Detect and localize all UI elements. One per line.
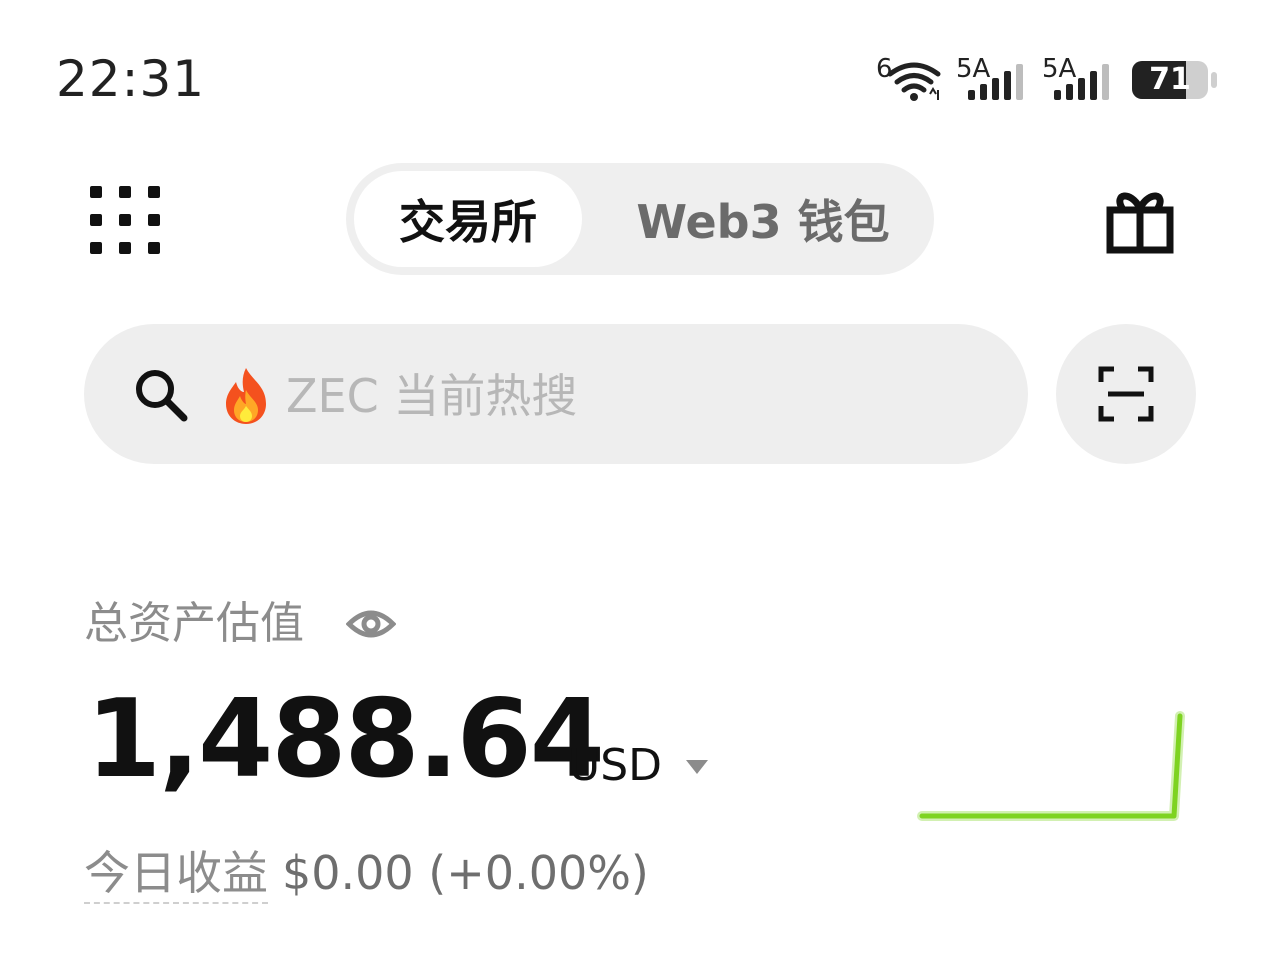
- gift-icon[interactable]: [1100, 184, 1180, 256]
- mode-switch: 交易所 Web3 钱包: [346, 163, 934, 275]
- scan-icon: [1098, 366, 1154, 422]
- search-input[interactable]: ZEC 当前热搜: [84, 324, 1028, 464]
- tab-web3-wallet[interactable]: Web3 钱包: [608, 171, 918, 267]
- cell-signal-icon: [1054, 64, 1109, 100]
- total-balance: 1,488.64: [86, 677, 605, 802]
- cell-signal-icon: [968, 64, 1023, 100]
- wifi-icon: [887, 62, 941, 101]
- today-pnl-value: $0.00 (+0.00%): [282, 846, 649, 900]
- scan-button[interactable]: [1056, 324, 1196, 464]
- fire-icon: [226, 368, 266, 424]
- total-assets-label: 总资产估值: [84, 598, 304, 649]
- status-icons: 6 5A 5A 71: [876, 56, 1220, 106]
- balance-sparkline: [917, 711, 1185, 821]
- eye-icon[interactable]: [346, 604, 396, 644]
- battery-nub: [1211, 72, 1217, 88]
- tab-exchange[interactable]: 交易所: [354, 171, 582, 267]
- caret-down-icon[interactable]: [684, 758, 710, 776]
- battery-percent: 71: [1149, 62, 1191, 97]
- search-icon: [136, 370, 188, 422]
- status-time: 22:31: [56, 50, 206, 108]
- today-pnl-row: 今日收益 $0.00 (+0.00%): [84, 842, 649, 904]
- grid-menu-icon[interactable]: [90, 186, 160, 254]
- battery-icon: 71: [1132, 61, 1208, 99]
- today-pnl-label[interactable]: 今日收益: [84, 846, 268, 904]
- currency-selector[interactable]: USD: [568, 738, 662, 794]
- search-placeholder: ZEC 当前热搜: [286, 369, 578, 423]
